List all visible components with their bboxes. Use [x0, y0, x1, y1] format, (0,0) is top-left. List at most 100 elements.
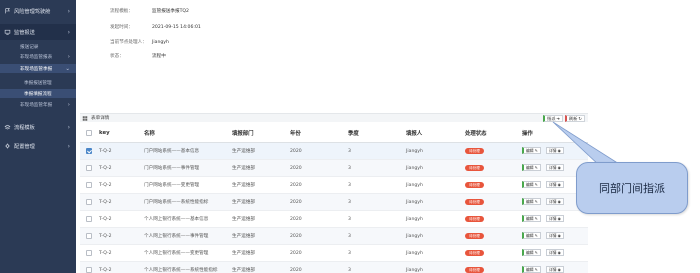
- column-header-dept[interactable]: 填报部门: [232, 129, 254, 137]
- cell-quarter: 3: [348, 233, 351, 239]
- field-current-handler: 当前节点处理人： Jiangyh: [110, 37, 370, 47]
- select-all-checkbox[interactable]: [86, 130, 92, 136]
- cell-key: T-Q-2: [99, 250, 112, 256]
- detail-button[interactable]: 详情 ◉: [546, 266, 564, 273]
- edit-button[interactable]: 编辑 ✎: [522, 198, 541, 205]
- refresh-button[interactable]: 刷新 ↻: [565, 115, 585, 122]
- edit-button-label: 编辑: [526, 232, 534, 238]
- chevron-right-icon: ›: [67, 53, 70, 60]
- field-label: 流程模板：: [110, 9, 133, 14]
- table-row[interactable]: T-Q-2 个人网上银行系统——基本信息 生产运维部 2020 3 Jiangyh 待处理 编…: [80, 211, 588, 228]
- chevron-right-icon: ›: [67, 101, 70, 108]
- cell-year: 2020: [290, 216, 302, 222]
- row-checkbox[interactable]: [86, 182, 92, 188]
- row-checkbox[interactable]: [86, 199, 92, 205]
- table-row[interactable]: T-Q-2 门户网站系统——基本信息 生产运维部 2020 3 Jiangyh 待处理 编辑 ✎…: [80, 143, 588, 160]
- row-checkbox[interactable]: [86, 267, 92, 273]
- cell-key: T-Q-2: [99, 216, 112, 222]
- column-header-status[interactable]: 处理状态: [465, 129, 487, 137]
- sidebar-subitem-quarterly-management[interactable]: 季报报送管理: [0, 78, 76, 87]
- edit-button[interactable]: 编辑 ✎: [522, 147, 541, 154]
- assign-button[interactable]: 指派 ➔: [543, 115, 563, 122]
- cell-key: T-Q-2: [99, 182, 112, 188]
- cell-year: 2020: [290, 199, 302, 205]
- sidebar-subitem-offsite-quarterly[interactable]: 非现场监管季报 ⌄: [0, 64, 76, 73]
- sidebar-item-risk-cockpit[interactable]: 风险管理驾驶舱 ›: [0, 3, 76, 19]
- cell-key: T-Q-2: [99, 267, 112, 273]
- cell-quarter: 3: [348, 267, 351, 273]
- column-header-key[interactable]: key: [99, 130, 110, 136]
- field-process-template: 流程模板： 监管报送季报TQ2: [110, 6, 370, 16]
- cell-user: Jiangyh: [406, 233, 423, 239]
- edit-button[interactable]: 编辑 ✎: [522, 164, 541, 171]
- table-row[interactable]: T-Q-2 个人网上银行系统——系统性能指标 生产运维部 2020 3 Jiangyh 待处…: [80, 262, 588, 273]
- row-checkbox[interactable]: [86, 148, 92, 154]
- sidebar-item-process-templates[interactable]: 流程模板 ›: [0, 119, 76, 135]
- sidebar-subitem-offsite-reports[interactable]: 非现场监管报表 ›: [0, 52, 76, 61]
- edit-button[interactable]: 编辑 ✎: [522, 215, 541, 222]
- edit-button[interactable]: 编辑 ✎: [522, 232, 541, 239]
- edit-button[interactable]: 编辑 ✎: [522, 249, 541, 256]
- table-row[interactable]: T-Q-2 门户网站系统——系统性能指标 生产运维部 2020 3 Jiangyh 待处理 编…: [80, 194, 588, 211]
- detail-button[interactable]: 详情 ◉: [546, 181, 564, 188]
- cell-name: 门户网站系统——变更管理: [144, 183, 200, 188]
- sidebar-subitem-quarterly-flow[interactable]: 季报填报流程: [0, 89, 76, 98]
- refresh-button-label: 刷新: [569, 115, 578, 121]
- cell-dept: 生产运维部: [232, 166, 255, 171]
- sidebar-subitem-label: 非现场监管报表: [20, 54, 53, 60]
- row-checkbox[interactable]: [86, 233, 92, 239]
- status-badge: 待处理: [465, 148, 484, 154]
- detail-button[interactable]: 详情 ◉: [546, 249, 564, 256]
- edit-button-label: 编辑: [526, 249, 534, 255]
- cell-key: T-Q-2: [99, 233, 112, 239]
- detail-button[interactable]: 详情 ◉: [546, 198, 564, 205]
- edit-icon: ✎: [534, 148, 538, 153]
- edit-icon: ✎: [534, 199, 538, 204]
- sidebar-subitem-report-records[interactable]: 报送记录: [0, 42, 76, 51]
- sidebar-subitem-label: 季报填报流程: [24, 91, 52, 97]
- cell-year: 2020: [290, 148, 302, 154]
- table-row[interactable]: T-Q-2 门户网站系统——变更管理 生产运维部 2020 3 Jiangyh 待处理 编辑 ✎…: [80, 177, 588, 194]
- row-checkbox[interactable]: [86, 216, 92, 222]
- eye-icon: ◉: [557, 250, 561, 255]
- field-label: 当前节点处理人：: [110, 40, 147, 45]
- detail-button[interactable]: 详情 ◉: [546, 147, 564, 154]
- edit-icon: ✎: [534, 216, 538, 221]
- cell-name: 个人网上银行系统——事件管理: [144, 234, 209, 239]
- table-row[interactable]: T-Q-2 个人网上银行系统——事件管理 生产运维部 2020 3 Jiangyh 待处理 编…: [80, 228, 588, 245]
- row-checkbox[interactable]: [86, 165, 92, 171]
- column-header-quarter[interactable]: 季度: [348, 129, 359, 137]
- column-header-actions: 操作: [522, 131, 533, 137]
- cell-quarter: 3: [348, 165, 351, 171]
- status-badge: 待处理: [465, 250, 484, 256]
- chevron-right-icon: ›: [67, 123, 70, 131]
- column-header-year[interactable]: 年份: [290, 129, 301, 137]
- detail-button-label: 详情: [549, 266, 557, 272]
- detail-button[interactable]: 详情 ◉: [546, 164, 564, 171]
- detail-button[interactable]: 详情 ◉: [546, 232, 564, 239]
- cell-quarter: 3: [348, 148, 351, 154]
- cell-name: 门户网站系统——基本信息: [144, 149, 200, 154]
- sidebar-item-regulatory-report[interactable]: 监管报送 ›: [0, 24, 76, 40]
- cell-user: Jiangyh: [406, 267, 423, 273]
- table-row[interactable]: T-Q-2 门户网站系统——事件管理 生产运维部 2020 3 Jiangyh 待处理 编辑 ✎…: [80, 160, 588, 177]
- cell-key: T-Q-2: [99, 165, 112, 171]
- row-checkbox[interactable]: [86, 250, 92, 256]
- eye-icon: ◉: [557, 182, 561, 187]
- sidebar-subitem-label: 非现场监管年报: [20, 102, 53, 108]
- column-header-name[interactable]: 名称: [144, 129, 155, 137]
- field-value: 监管报送季报TQ2: [152, 9, 189, 14]
- table-row[interactable]: T-Q-2 个人网上银行系统——变更管理 生产运维部 2020 3 Jiangyh 待处理 编…: [80, 245, 588, 262]
- sidebar-item-config-management[interactable]: 配置管理 ›: [0, 138, 76, 154]
- detail-button[interactable]: 详情 ◉: [546, 215, 564, 222]
- cell-dept: 生产运维部: [232, 234, 255, 239]
- edit-button[interactable]: 编辑 ✎: [522, 266, 541, 273]
- eye-icon: ◉: [557, 267, 561, 272]
- edit-button-label: 编辑: [526, 181, 534, 187]
- cell-dept: 生产运维部: [232, 200, 255, 205]
- sidebar-item-label: 监管报送: [14, 29, 35, 36]
- edit-button[interactable]: 编辑 ✎: [522, 181, 541, 188]
- column-header-user[interactable]: 填报人: [406, 129, 422, 137]
- status-badge: 待处理: [465, 165, 484, 171]
- sidebar-subitem-offsite-annual[interactable]: 非现场监管年报 ›: [0, 100, 76, 109]
